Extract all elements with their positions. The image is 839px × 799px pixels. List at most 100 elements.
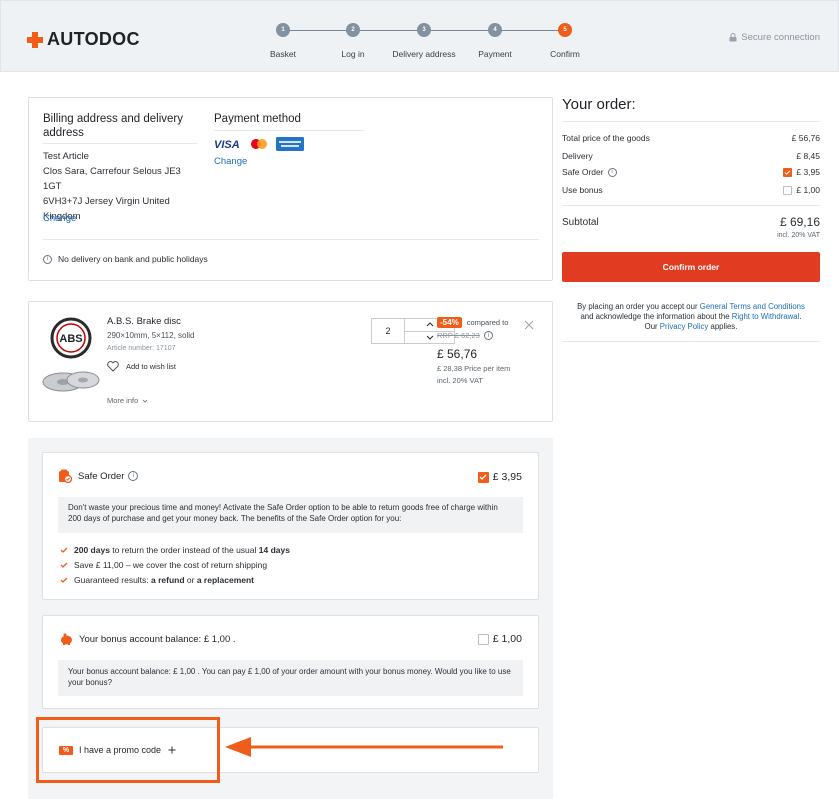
step-number: 1	[276, 23, 290, 37]
step-login[interactable]: 2 Log in	[318, 23, 388, 59]
safe-order-description: Don't waste your precious time and money…	[68, 503, 498, 523]
more-info-label: More info	[107, 396, 139, 405]
product-card: ABS A.B.S. Brake disc 290×10mm, 5×112, s…	[28, 301, 553, 422]
order-row-bonus: Use bonus £ 1,00	[562, 185, 820, 195]
checkout-steps: 1 Basket 2 Log in 3 Delivery address 4 P…	[265, 23, 585, 59]
step-number-active: 5	[558, 23, 572, 37]
safe-order-benefit-2: Save £ 11,00 – we cover the cost of retu…	[60, 560, 267, 570]
piggy-bank-icon	[61, 633, 72, 645]
subtotal-vat: incl. 20% VAT	[777, 232, 820, 239]
mastercard-logo-icon	[251, 139, 267, 149]
safe-order-benefit-1: 200 days to return the order instead of …	[60, 545, 290, 555]
order-row-label: Safe Order	[562, 167, 604, 177]
safe-order-checkbox[interactable]	[477, 471, 489, 483]
terms-link[interactable]: General Terms and Conditions	[700, 302, 805, 311]
step-number: 3	[417, 23, 431, 37]
safe-order-description-box: Don't waste your precious time and money…	[58, 497, 523, 533]
step-delivery-address[interactable]: 3 Delivery address	[389, 23, 459, 59]
notice-divider	[43, 239, 539, 240]
bonus-toggle[interactable]: £ 1,00	[477, 633, 522, 645]
safe-order-title: Safe Order	[78, 470, 125, 482]
bonus-checkbox[interactable]	[477, 633, 489, 645]
visa-logo-icon: VISA	[214, 139, 240, 150]
order-row-safe-order: Safe Order i £ 3,95	[562, 167, 820, 177]
quantity-value[interactable]: 2	[372, 319, 404, 343]
benefit-bold: a replacement	[196, 575, 254, 585]
discount-row: -54% compared to	[437, 317, 508, 328]
billing-payment-card: Billing address and delivery address Tes…	[28, 97, 553, 281]
withdrawal-link[interactable]: Right to Withdrawal	[732, 312, 800, 321]
step-number: 2	[346, 23, 360, 37]
step-basket[interactable]: 1 Basket	[248, 23, 318, 59]
step-label: Basket	[270, 49, 296, 59]
bonus-header: Your bonus account balance: £ 1,00 .	[60, 633, 236, 645]
safe-order-card: Safe Order i £ 3,95 Don't waste your pre…	[42, 452, 539, 600]
payment-change-link[interactable]: Change	[214, 156, 247, 167]
holiday-notice: i No delivery on bank and public holiday…	[43, 254, 208, 264]
subtotal-value: £ 69,16	[779, 215, 820, 229]
step-payment[interactable]: 4 Payment	[460, 23, 530, 59]
annotation-arrow-icon	[225, 737, 503, 757]
confirm-order-button[interactable]: Confirm order	[562, 252, 820, 282]
order-row-goods: Total price of the goods £ 56,76	[562, 133, 820, 143]
order-row-label: Total price of the goods	[562, 133, 650, 143]
check-icon	[60, 577, 68, 583]
rrp-row: RRP £ 62,23 i	[437, 331, 493, 340]
autodoc-logo[interactable]: AUTODOC	[27, 29, 140, 50]
brake-disc-image-icon: ABS	[42, 317, 100, 392]
check-icon	[60, 562, 68, 568]
safe-order-shield-icon	[59, 469, 72, 483]
product-price: £ 56,76	[437, 347, 478, 361]
legal-divider	[562, 341, 820, 342]
secure-connection-text: Secure connection	[741, 32, 820, 43]
benefit-text: to return the order instead of the usual	[109, 545, 259, 555]
step-confirm: 5 Confirm	[530, 23, 600, 59]
bonus-description-box: Your bonus account balance: £ 1,00 . You…	[58, 660, 523, 696]
order-safe-order-checkbox[interactable]	[783, 167, 793, 177]
safe-order-toggle[interactable]: £ 3,95	[477, 471, 522, 483]
info-icon: i	[43, 254, 52, 264]
secure-connection: Secure connection	[729, 32, 820, 43]
step-number: 4	[488, 23, 502, 37]
benefit-bold: a refund	[151, 575, 185, 585]
step-label: Payment	[478, 49, 512, 59]
discount-badge: -54%	[437, 317, 462, 328]
payment-method-title: Payment method	[214, 113, 301, 125]
privacy-policy-link[interactable]: Privacy Policy	[660, 322, 709, 331]
billing-title-line1: Billing address and delivery	[43, 113, 183, 125]
order-row-label: Use bonus	[562, 185, 603, 195]
add-to-wishlist[interactable]: Add to wish list	[107, 361, 176, 372]
remove-item-close-icon[interactable]	[524, 320, 534, 330]
legal-text-part: By placing an order you accept our	[577, 302, 700, 311]
order-row-label: Delivery	[562, 151, 593, 161]
checkmark-icon	[784, 169, 791, 175]
compared-to-text: compared to	[466, 318, 509, 327]
order-summary-title: Your order:	[562, 96, 636, 113]
product-specs: 290×10mm, 5×112, solid	[107, 331, 195, 340]
order-bonus-checkbox[interactable]	[783, 185, 793, 195]
lock-icon	[729, 33, 737, 42]
payment-logos: VISA	[214, 137, 304, 151]
order-row-value: £ 56,76	[791, 133, 820, 143]
checkmark-icon	[479, 474, 487, 480]
billing-change-link[interactable]: Change	[43, 213, 76, 224]
bonus-price: £ 1,00	[492, 633, 522, 645]
header: AUTODOC 1 Basket 2 Log in 3 Delivery add…	[0, 0, 839, 72]
order-row-delivery: Delivery £ 8,45	[562, 151, 820, 161]
order-divider	[562, 121, 820, 122]
holiday-notice-text: No delivery on bank and public holidays	[58, 254, 208, 264]
product-image[interactable]: ABS	[41, 316, 105, 396]
info-icon[interactable]: i	[128, 471, 139, 481]
wishlist-label: Add to wish list	[126, 362, 177, 371]
more-info-toggle[interactable]: More info	[107, 396, 148, 405]
payment-divider	[214, 130, 364, 131]
billing-name: Test Article	[43, 151, 89, 162]
safe-order-price: £ 3,95	[492, 471, 522, 483]
info-icon[interactable]: i	[607, 167, 617, 177]
safe-order-header: Safe Order i	[58, 469, 139, 483]
product-name-link[interactable]: A.B.S. Brake disc	[107, 316, 181, 327]
info-icon[interactable]: i	[483, 331, 493, 340]
bonus-card: Your bonus account balance: £ 1,00 . £ 1…	[42, 615, 539, 709]
chevron-down-icon	[142, 399, 148, 403]
rrp-price: RRP £ 62,23	[437, 331, 480, 340]
